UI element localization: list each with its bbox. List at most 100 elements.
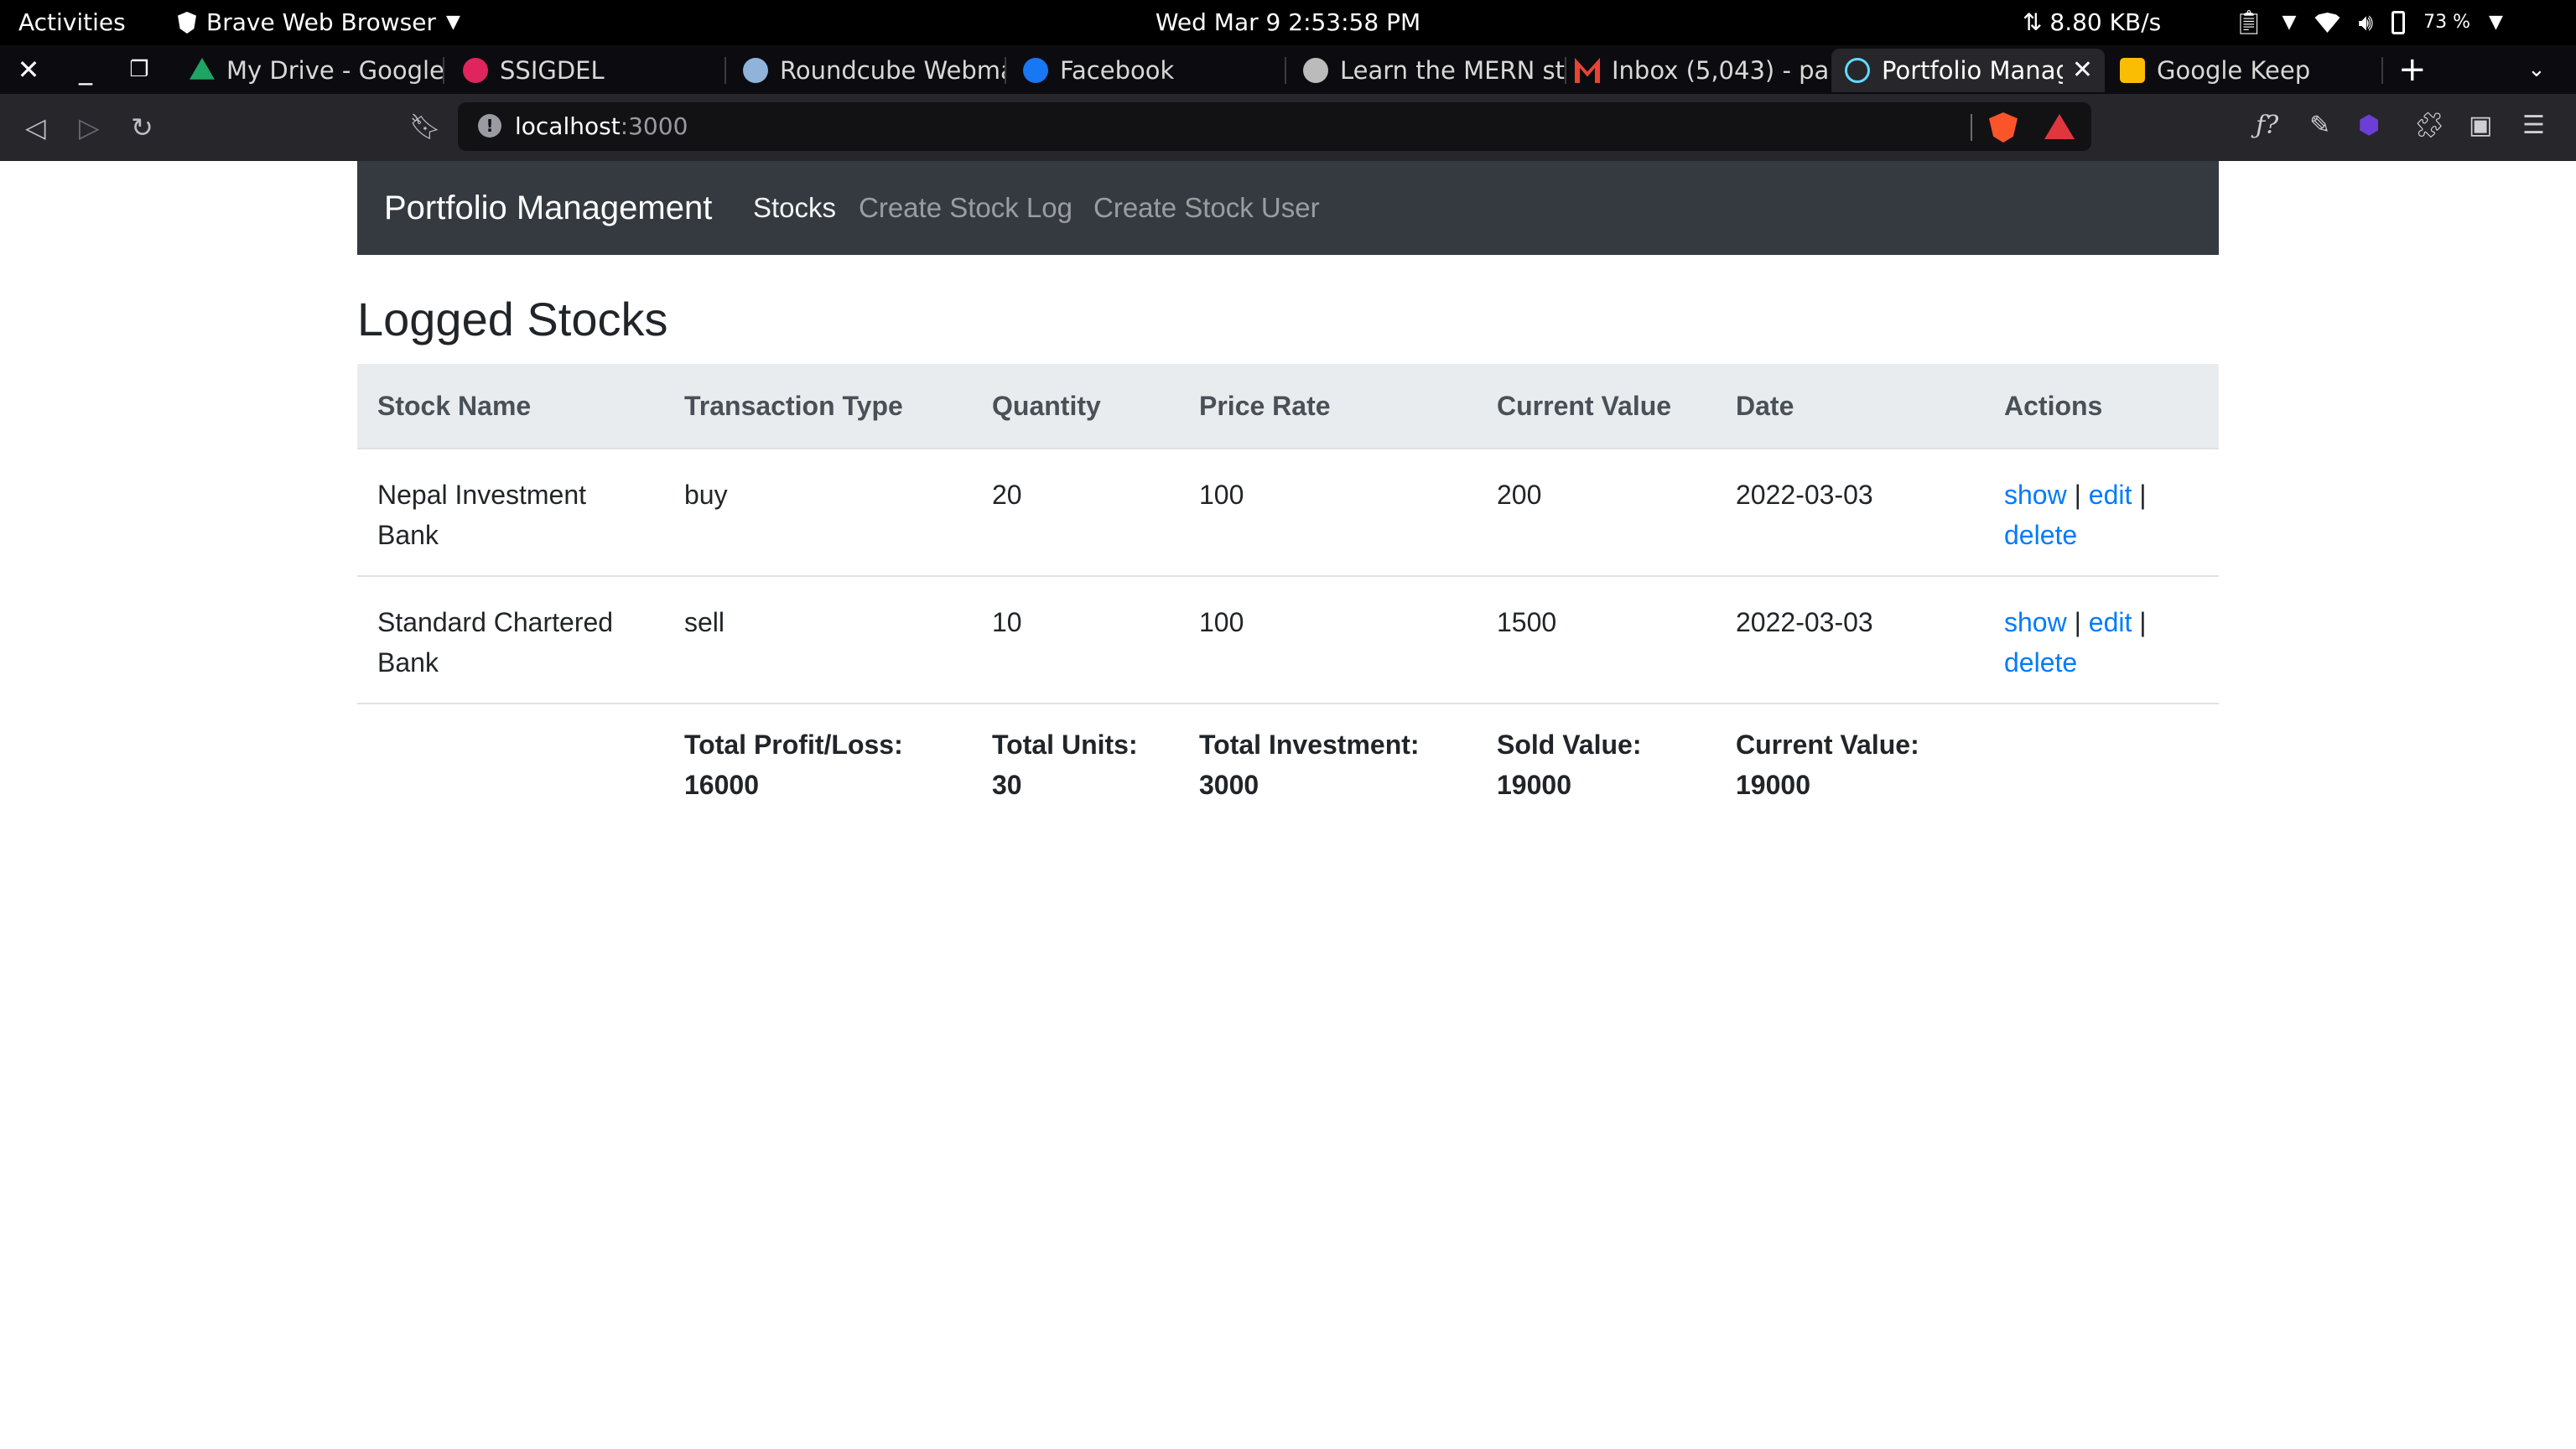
formula-extension-icon[interactable]: ƒ? [2256, 111, 2278, 140]
close-window-icon[interactable]: ✕ [3, 45, 54, 94]
action-separator: | [2074, 480, 2081, 510]
action-separator: | [2139, 607, 2147, 637]
total-units-value: 30 [992, 770, 1022, 800]
tab-title: Portfolio Management [1882, 56, 2063, 85]
clock[interactable]: Wed Mar 9 2:53:58 PM [1156, 8, 1420, 36]
tab-learn-mern[interactable]: Learn the MERN stack [1290, 49, 1566, 92]
sold-value: Sold Value: 19000 [1477, 704, 1716, 825]
brave-shields-icon[interactable] [1989, 112, 2018, 143]
chevron-down-icon: ▼ [2489, 12, 2503, 33]
clipboard-icon: 📋︎ [2234, 8, 2264, 36]
activities-button[interactable]: Activities [18, 0, 126, 45]
minimize-icon[interactable]: _ [60, 45, 111, 94]
bookmark-icon[interactable]: 🔖︎ [409, 94, 441, 161]
show-link[interactable]: show [2004, 480, 2067, 510]
tab-gmail-inbox[interactable]: Inbox (5,043) - palm [1561, 49, 1828, 92]
nav-stocks[interactable]: Stocks [753, 161, 836, 255]
cell-quantity: 20 [972, 449, 1179, 577]
address-bar[interactable]: ! localhost:3000 [458, 102, 2091, 151]
delete-link[interactable]: delete [2004, 647, 2077, 678]
roundcube-icon [743, 58, 768, 83]
globe-icon [1303, 58, 1328, 83]
brave-shield-icon [178, 12, 196, 34]
tab-title: Roundcube Webmail [780, 56, 1006, 85]
tab-roundcube[interactable]: Roundcube Webmail [730, 49, 1006, 92]
facebook-icon [1023, 58, 1048, 83]
navbar-brand[interactable]: Portfolio Management [384, 161, 712, 255]
header-date: Date [1716, 364, 1984, 449]
current-value-total: Current Value: 19000 [1716, 704, 1984, 825]
new-tab-button[interactable]: + [2398, 45, 2427, 94]
url-text[interactable]: localhost:3000 [515, 102, 688, 151]
ssigdel-icon [463, 58, 488, 83]
total-investment-label: Total Investment: [1199, 730, 1420, 760]
site-info-icon[interactable]: ! [478, 114, 501, 138]
tab-title: Facebook [1060, 56, 1175, 85]
cell-actions: show | edit | delete [1984, 576, 2219, 704]
totals-empty-cell [357, 704, 664, 825]
tab-title: SSIGDEL [500, 56, 605, 85]
page-title: Logged Stocks [357, 293, 668, 345]
app-menu[interactable]: Brave Web Browser ▼ [178, 0, 460, 45]
pen-extension-icon[interactable]: ✎ [2309, 111, 2330, 140]
total-units-label: Total Units: [992, 730, 1138, 760]
system-tray[interactable]: 📋︎ ▼ 🔊︎ 73 % ▼ [2234, 0, 2503, 45]
delete-link[interactable]: delete [2004, 520, 2077, 550]
show-link[interactable]: show [2004, 607, 2067, 637]
wifi-icon [2314, 13, 2340, 33]
action-separator: | [2139, 480, 2147, 510]
extensions-area: ƒ? ✎ ⬢ 🧩︎ ▣ ☰ [2242, 99, 2551, 153]
network-speed-indicator[interactable]: ⇅ 8.80 KB/s [2023, 0, 2161, 45]
nav-create-stock-user[interactable]: Create Stock User [1093, 161, 1320, 255]
total-investment: Total Investment: 3000 [1179, 704, 1477, 825]
cell-current-value: 200 [1477, 449, 1716, 577]
chevron-down-icon: ▼ [445, 12, 460, 33]
tab-search-chevron-icon[interactable]: ⌄ [2527, 45, 2546, 94]
header-quantity: Quantity [972, 364, 1179, 449]
restore-icon[interactable]: ❐ [114, 45, 164, 94]
tab-strip: ✕ _ ❐ My Drive - Google Drive SSIGDEL Ro… [0, 45, 2576, 94]
hexagon-extension-icon[interactable]: ⬢ [2358, 111, 2380, 140]
header-actions: Actions [1984, 364, 2219, 449]
action-separator: | [2074, 607, 2081, 637]
nav-create-stock-log[interactable]: Create Stock Log [859, 161, 1072, 255]
tab-portfolio-management[interactable]: Portfolio Management ✕ [1831, 49, 2105, 92]
reload-icon[interactable]: ↻ [131, 94, 153, 161]
total-profit-loss-label: Total Profit/Loss: [684, 730, 903, 760]
brave-rewards-icon[interactable] [2044, 114, 2075, 139]
tab-facebook[interactable]: Facebook [1010, 49, 1286, 92]
react-icon [1845, 58, 1870, 83]
cell-stock-name: Standard Chartered Bank [357, 576, 664, 704]
current-value-value: 19000 [1736, 770, 1810, 800]
edit-link[interactable]: edit [2089, 607, 2132, 637]
cell-current-value: 1500 [1477, 576, 1716, 704]
table-row: Standard Chartered Bank sell 10 100 1500… [357, 576, 2219, 704]
header-current-value: Current Value [1477, 364, 1716, 449]
menu-icon[interactable]: ☰ [2522, 111, 2545, 140]
tab-ssigdel[interactable]: SSIGDEL [449, 49, 726, 92]
tab-my-drive[interactable]: My Drive - Google Drive [176, 49, 444, 92]
header-transaction-type: Transaction Type [664, 364, 972, 449]
forward-icon[interactable]: ▷ [79, 94, 100, 161]
cell-date: 2022-03-03 [1716, 576, 1984, 704]
total-profit-loss: Total Profit/Loss: 16000 [664, 704, 972, 825]
header-stock-name: Stock Name [357, 364, 664, 449]
edit-link[interactable]: edit [2089, 480, 2132, 510]
current-value-label: Current Value: [1736, 730, 1919, 760]
puzzle-extensions-icon[interactable]: 🧩︎ [2413, 111, 2445, 140]
chevron-down-icon: ▼ [2282, 12, 2297, 33]
back-icon[interactable]: ◁ [25, 94, 46, 161]
app-navbar: Portfolio Management Stocks Create Stock… [357, 161, 2219, 255]
network-speed: 8.80 KB/s [2049, 8, 2162, 36]
cell-actions: show | edit | delete [1984, 449, 2219, 577]
cell-date: 2022-03-03 [1716, 449, 1984, 577]
tab-title: Inbox (5,043) - palm [1612, 56, 1828, 85]
close-tab-icon[interactable]: ✕ [2072, 49, 2093, 92]
wallet-icon[interactable]: ▣ [2469, 111, 2492, 140]
tab-title: Learn the MERN stack [1340, 56, 1566, 85]
url-divider [1971, 114, 1972, 141]
url-port: :3000 [620, 112, 688, 140]
system-top-bar: Activities Brave Web Browser ▼ Wed Mar 9… [0, 0, 2576, 45]
battery-icon [2392, 11, 2406, 34]
tab-google-keep[interactable]: Google Keep [2106, 49, 2383, 92]
